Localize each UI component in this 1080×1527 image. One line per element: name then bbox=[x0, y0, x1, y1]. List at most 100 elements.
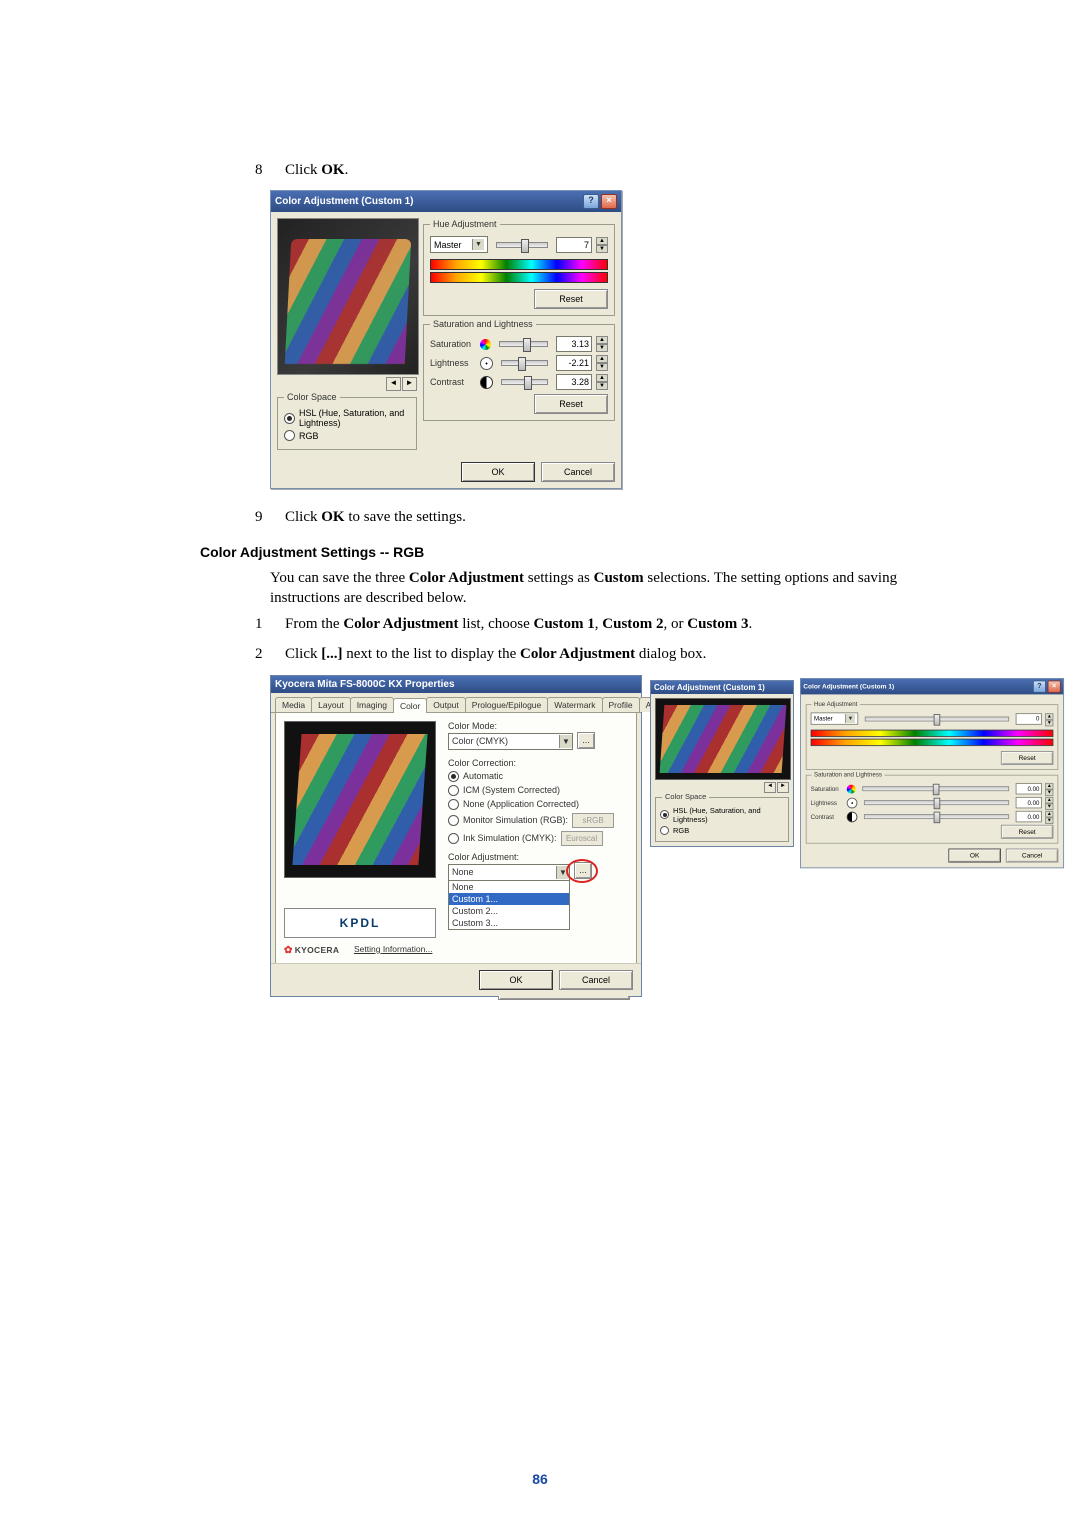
lightness-slider[interactable] bbox=[864, 800, 1009, 805]
spin-up-icon[interactable]: ▲ bbox=[596, 237, 608, 245]
tab-media[interactable]: Media bbox=[275, 697, 312, 712]
cancel-button[interactable]: Cancel bbox=[541, 462, 615, 482]
spin-down-icon[interactable]: ▼ bbox=[1045, 803, 1053, 810]
hue-spinner[interactable]: ▲▼ bbox=[1045, 712, 1053, 723]
spin-up-icon[interactable]: ▲ bbox=[1045, 712, 1053, 719]
hue-slider[interactable] bbox=[496, 242, 548, 248]
option-custom3[interactable]: Custom 3... bbox=[449, 917, 569, 929]
option-custom1[interactable]: Custom 1... bbox=[449, 893, 569, 905]
scroll-left-icon[interactable]: ◄ bbox=[764, 782, 776, 793]
lightness-slider[interactable] bbox=[501, 360, 548, 366]
saturation-slider[interactable] bbox=[499, 341, 548, 347]
color-adjustment-label: Color Adjustment: bbox=[448, 852, 630, 862]
monitor-sim-value: sRGB bbox=[572, 813, 614, 828]
tab-color[interactable]: Color bbox=[393, 698, 427, 713]
radio-hsl[interactable]: HSL (Hue, Saturation, and Lightness) bbox=[284, 408, 410, 428]
radio-label: Automatic bbox=[463, 771, 503, 781]
color-adjustment-combo[interactable]: None ▼ None Custom 1... Custom 2... Cust… bbox=[448, 864, 570, 930]
ok-button[interactable]: OK bbox=[479, 970, 553, 990]
scroll-right-icon[interactable]: ► bbox=[402, 377, 417, 391]
spin-down-icon[interactable]: ▼ bbox=[596, 245, 608, 253]
spin-up-icon[interactable]: ▲ bbox=[596, 355, 608, 363]
saturation-spinner[interactable]: ▲▼ bbox=[1045, 782, 1053, 793]
tab-profile[interactable]: Profile bbox=[602, 697, 640, 712]
contrast-spinner[interactable]: ▲▼ bbox=[1045, 810, 1053, 821]
help-icon[interactable]: ? bbox=[1033, 680, 1046, 692]
sl-reset-button[interactable]: Reset bbox=[1001, 824, 1053, 838]
window-title: Kyocera Mita FS-8000C KX Properties bbox=[275, 679, 455, 690]
contrast-value[interactable]: 0.00 bbox=[1016, 810, 1042, 821]
saturation-value[interactable]: 0.00 bbox=[1016, 782, 1042, 793]
cancel-button[interactable]: Cancel bbox=[1006, 848, 1058, 862]
radio-automatic[interactable]: Automatic bbox=[448, 771, 630, 782]
step-number: 1 bbox=[200, 614, 275, 634]
tab-watermark[interactable]: Watermark bbox=[547, 697, 602, 712]
help-icon[interactable]: ? bbox=[583, 194, 599, 209]
radio-rgb[interactable]: RGB bbox=[660, 826, 784, 835]
saturation-slider[interactable] bbox=[862, 786, 1009, 791]
spin-down-icon[interactable]: ▼ bbox=[596, 382, 608, 390]
hue-value[interactable]: 7 bbox=[556, 237, 592, 253]
tab-output[interactable]: Output bbox=[426, 697, 466, 712]
contrast-value[interactable]: 3.28 bbox=[556, 374, 592, 390]
contrast-slider[interactable] bbox=[501, 379, 548, 385]
color-mode-ellipsis-button[interactable]: ... bbox=[577, 732, 595, 749]
setting-information-link[interactable]: Setting Information... bbox=[354, 944, 432, 954]
saturation-spinner[interactable]: ▲ ▼ bbox=[596, 336, 608, 352]
contrast-slider[interactable] bbox=[864, 814, 1009, 819]
spin-up-icon[interactable]: ▲ bbox=[596, 374, 608, 382]
hue-value[interactable]: 0 bbox=[1016, 712, 1042, 723]
brand-logo: ✿ KYOCERA bbox=[284, 945, 339, 956]
tab-prologue[interactable]: Prologue/Epilogue bbox=[465, 697, 548, 712]
ok-button[interactable]: OK bbox=[461, 462, 535, 482]
radio-none[interactable]: None (Application Corrected) bbox=[448, 799, 630, 810]
spin-up-icon[interactable]: ▲ bbox=[596, 336, 608, 344]
color-mode-combo[interactable]: Color (CMYK) ▼ bbox=[448, 733, 573, 750]
combo-value: Master bbox=[434, 240, 462, 250]
option-none[interactable]: None bbox=[449, 881, 569, 893]
contrast-spinner[interactable]: ▲ ▼ bbox=[596, 374, 608, 390]
step-9: 9 Click OK to save the settings. bbox=[200, 507, 900, 527]
hue-reset-button[interactable]: Reset bbox=[534, 289, 608, 309]
hue-channel-combo[interactable]: Master ▼ bbox=[811, 712, 859, 724]
scroll-right-icon[interactable]: ► bbox=[777, 782, 789, 793]
combo-value: None bbox=[452, 867, 474, 877]
tab-layout[interactable]: Layout bbox=[311, 697, 351, 712]
hue-reset-button[interactable]: Reset bbox=[1001, 750, 1053, 764]
spin-up-icon[interactable]: ▲ bbox=[1045, 796, 1053, 803]
spin-down-icon[interactable]: ▼ bbox=[1045, 719, 1053, 726]
color-adjustment-ellipsis-button[interactable]: ... bbox=[574, 862, 592, 879]
lightness-value[interactable]: -2.21 bbox=[556, 355, 592, 371]
close-icon[interactable]: × bbox=[1048, 680, 1061, 692]
scroll-left-icon[interactable]: ◄ bbox=[386, 377, 401, 391]
radio-monitor-sim[interactable]: Monitor Simulation (RGB): sRGB bbox=[448, 813, 630, 828]
tab-imaging[interactable]: Imaging bbox=[350, 697, 394, 712]
ok-button[interactable]: OK bbox=[948, 848, 1000, 862]
spin-down-icon[interactable]: ▼ bbox=[1045, 789, 1053, 796]
lightness-spinner[interactable]: ▲ ▼ bbox=[596, 355, 608, 371]
spin-down-icon[interactable]: ▼ bbox=[1045, 817, 1053, 824]
spin-down-icon[interactable]: ▼ bbox=[596, 363, 608, 371]
spin-up-icon[interactable]: ▲ bbox=[1045, 782, 1053, 789]
saturation-icon bbox=[847, 784, 856, 793]
radio-ink-sim[interactable]: Ink Simulation (CMYK): Euroscal bbox=[448, 831, 630, 846]
lightness-value[interactable]: 0.00 bbox=[1016, 796, 1042, 807]
lightness-spinner[interactable]: ▲▼ bbox=[1045, 796, 1053, 807]
cancel-button[interactable]: Cancel bbox=[559, 970, 633, 990]
preview-image bbox=[284, 721, 436, 878]
radio-rgb[interactable]: RGB bbox=[284, 430, 410, 441]
radio-icm[interactable]: ICM (System Corrected) bbox=[448, 785, 630, 796]
sl-reset-button[interactable]: Reset bbox=[534, 394, 608, 414]
radio-hsl[interactable]: HSL (Hue, Saturation, and Lightness) bbox=[660, 806, 784, 824]
hue-spinner[interactable]: ▲ ▼ bbox=[596, 237, 608, 253]
option-custom2[interactable]: Custom 2... bbox=[449, 905, 569, 917]
close-icon[interactable]: × bbox=[601, 194, 617, 209]
figure-properties-composite: Kyocera Mita FS-8000C KX Properties Medi… bbox=[270, 675, 940, 1005]
hue-slider[interactable] bbox=[865, 716, 1009, 721]
saturation-value[interactable]: 3.13 bbox=[556, 336, 592, 352]
spin-down-icon[interactable]: ▼ bbox=[596, 344, 608, 352]
hue-channel-combo[interactable]: Master ▼ bbox=[430, 236, 488, 253]
bold: Custom 2 bbox=[602, 616, 663, 632]
spin-up-icon[interactable]: ▲ bbox=[1045, 810, 1053, 817]
step-number: 9 bbox=[200, 507, 275, 527]
